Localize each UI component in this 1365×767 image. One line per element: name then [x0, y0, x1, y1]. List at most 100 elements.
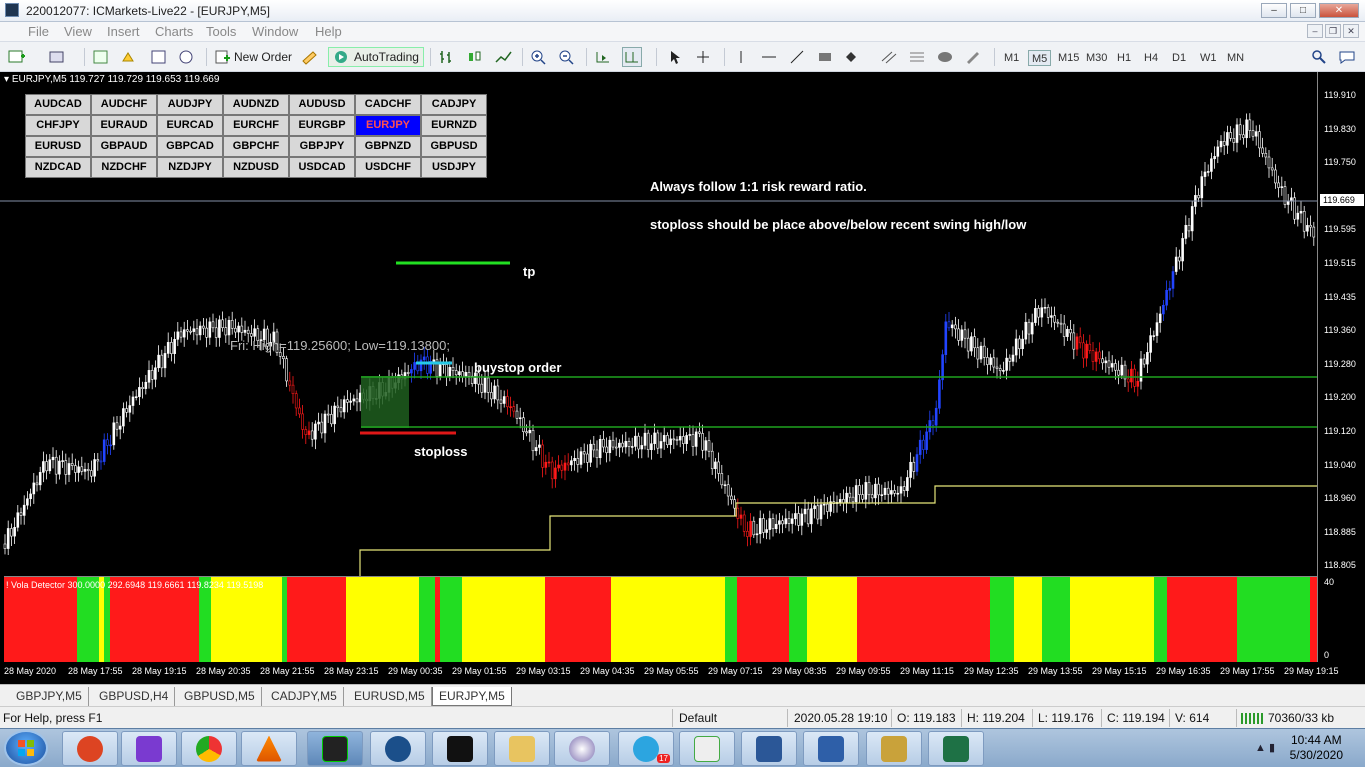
zoom-in-icon[interactable]	[530, 47, 548, 67]
text-tool-icon[interactable]	[964, 47, 982, 67]
candlestick-icon[interactable]	[466, 47, 484, 67]
maximize-button[interactable]: □	[1290, 3, 1316, 18]
horizontal-line-icon[interactable]	[760, 47, 778, 67]
taskbar-clock[interactable]: 10:44 AM 5/30/2020	[1290, 733, 1343, 763]
pair-button-cadchf[interactable]: CADCHF	[355, 94, 421, 115]
pair-button-gbpnzd[interactable]: GBPNZD	[355, 136, 421, 157]
market-watch-icon[interactable]	[92, 47, 110, 67]
timeframe-h1[interactable]: H1	[1114, 50, 1134, 66]
pair-button-gbpaud[interactable]: GBPAUD	[91, 136, 157, 157]
pair-button-audusd[interactable]: AUDUSD	[289, 94, 355, 115]
trendline-icon[interactable]	[788, 47, 806, 67]
minimize-button[interactable]: –	[1261, 3, 1287, 18]
pair-button-audcad[interactable]: AUDCAD	[25, 94, 91, 115]
tab-cadjpy-m5[interactable]: CADJPY,M5	[265, 687, 344, 706]
pair-button-eurnzd[interactable]: EURNZD	[421, 115, 487, 136]
fibonacci-icon[interactable]	[908, 47, 926, 67]
pair-button-euraud[interactable]: EURAUD	[91, 115, 157, 136]
autoscroll-icon[interactable]	[594, 47, 612, 67]
timeframe-m30[interactable]: M30	[1083, 50, 1110, 66]
pair-button-usdcad[interactable]: USDCAD	[289, 157, 355, 178]
menu-insert[interactable]: Insert	[107, 24, 140, 39]
pair-button-eurgbp[interactable]: EURGBP	[289, 115, 355, 136]
taskbar-vs-app[interactable]	[121, 731, 177, 766]
pair-button-eurusd[interactable]: EURUSD	[25, 136, 91, 157]
pair-button-eurchf[interactable]: EURCHF	[223, 115, 289, 136]
taskbar-word[interactable]	[741, 731, 797, 766]
line-chart-icon[interactable]	[494, 47, 512, 67]
taskbar-chrome[interactable]	[181, 731, 237, 766]
ellipse-icon[interactable]	[936, 47, 954, 67]
taskbar-owl-app[interactable]	[370, 731, 426, 766]
pair-button-gbpusd[interactable]: GBPUSD	[421, 136, 487, 157]
taskbar-doc-app[interactable]	[803, 731, 859, 766]
menu-help[interactable]: Help	[315, 24, 342, 39]
pair-button-eurjpy[interactable]: EURJPY	[355, 115, 421, 136]
taskbar-pdf-app[interactable]	[62, 731, 118, 766]
pair-button-nzdusd[interactable]: NZDUSD	[223, 157, 289, 178]
new-chart-button[interactable]	[8, 47, 26, 67]
pair-button-nzdjpy[interactable]: NZDJPY	[157, 157, 223, 178]
menu-window[interactable]: Window	[252, 24, 298, 39]
channel-icon[interactable]	[880, 47, 898, 67]
vola-indicator-panel[interactable]: ! Vola Detector 300.0000 292.6948 119.66…	[4, 576, 1317, 662]
pair-button-chfjpy[interactable]: CHFJPY	[25, 115, 91, 136]
pair-button-gbpchf[interactable]: GBPCHF	[223, 136, 289, 157]
data-window-icon[interactable]	[120, 47, 138, 67]
metaeditor-icon[interactable]	[300, 47, 318, 67]
tab-gbpusd-h4[interactable]: GBPUSD,H4	[93, 687, 176, 706]
chart-window[interactable]: ▾ EURJPY,M5 119.727 119.729 119.653 119.…	[0, 72, 1365, 684]
zoom-out-icon[interactable]	[558, 47, 576, 67]
terminal-icon[interactable]	[178, 47, 196, 67]
taskbar-archive-app[interactable]	[866, 731, 922, 766]
mdi-minimize-button[interactable]: –	[1307, 24, 1323, 38]
menu-file[interactable]: File	[28, 24, 49, 39]
tab-eurusd-m5[interactable]: EURUSD,M5	[348, 687, 432, 706]
pair-button-usdjpy[interactable]: USDJPY	[421, 157, 487, 178]
profiles-button[interactable]	[48, 47, 66, 67]
pair-button-audjpy[interactable]: AUDJPY	[157, 94, 223, 115]
menu-tools[interactable]: Tools	[206, 24, 236, 39]
timeframe-m1[interactable]: M1	[1001, 50, 1022, 66]
new-order-button[interactable]: New Order	[214, 47, 292, 67]
taskbar-telegram[interactable]: 17	[618, 731, 674, 766]
bar-chart-icon[interactable]	[438, 47, 456, 67]
price-axis[interactable]: 119.910 119.830 119.750 119.669 119.595 119.5…	[1317, 72, 1365, 577]
menu-charts[interactable]: Charts	[155, 24, 193, 39]
search-icon[interactable]	[1310, 47, 1328, 67]
pair-button-audchf[interactable]: AUDCHF	[91, 94, 157, 115]
pair-button-eurcad[interactable]: EURCAD	[157, 115, 223, 136]
autotrading-button[interactable]: AutoTrading	[328, 47, 424, 67]
crosshair-icon[interactable]	[694, 47, 712, 67]
mdi-close-button[interactable]: ✕	[1343, 24, 1359, 38]
vertical-line-icon[interactable]	[732, 47, 750, 67]
tab-eurjpy-m5[interactable]: EURJPY,M5	[432, 687, 512, 706]
close-button[interactable]: ✕	[1319, 3, 1359, 18]
pair-button-nzdcad[interactable]: NZDCAD	[25, 157, 91, 178]
taskbar-vlc[interactable]	[241, 731, 297, 766]
taskbar-trader-app[interactable]	[432, 731, 488, 766]
timeframe-m5[interactable]: M5	[1028, 50, 1052, 66]
menu-view[interactable]: View	[64, 24, 92, 39]
pair-button-usdchf[interactable]: USDCHF	[355, 157, 421, 178]
pair-button-audnzd[interactable]: AUDNZD	[223, 94, 289, 115]
taskbar-disc-app[interactable]	[554, 731, 610, 766]
pair-button-gbpcad[interactable]: GBPCAD	[157, 136, 223, 157]
shapes-dropdown-icon[interactable]	[844, 47, 862, 67]
taskbar-notes-app[interactable]	[679, 731, 735, 766]
pair-button-cadjpy[interactable]: CADJPY	[421, 94, 487, 115]
timeframe-w1[interactable]: W1	[1197, 50, 1220, 66]
pair-button-nzdchf[interactable]: NZDCHF	[91, 157, 157, 178]
timeframe-d1[interactable]: D1	[1169, 50, 1189, 66]
tray-icons[interactable]: ▲ ▮	[1255, 741, 1275, 754]
cursor-icon[interactable]	[666, 47, 684, 67]
chart-shift-icon[interactable]	[622, 47, 642, 67]
rectangle-icon[interactable]	[816, 47, 834, 67]
taskbar-excel[interactable]	[928, 731, 984, 766]
mdi-restore-button[interactable]: ❐	[1325, 24, 1341, 38]
chat-icon[interactable]	[1338, 47, 1356, 67]
start-button[interactable]	[4, 730, 48, 766]
taskbar-mt4-ic[interactable]	[307, 731, 363, 766]
tab-gbpusd-m5[interactable]: GBPUSD,M5	[178, 687, 262, 706]
tab-gbpjpy-m5[interactable]: GBPJPY,M5	[10, 687, 89, 706]
